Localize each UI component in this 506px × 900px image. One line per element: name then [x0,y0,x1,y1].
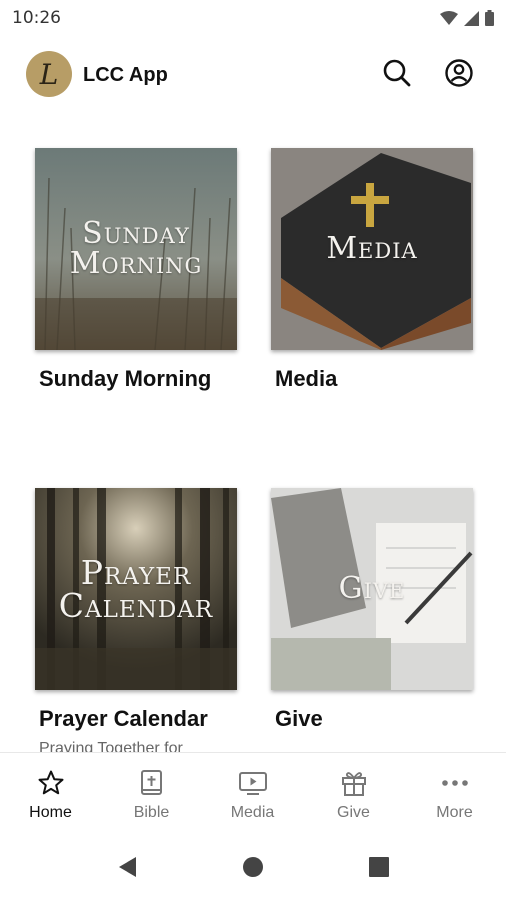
media-image: Media [271,148,473,350]
media-icon [238,769,268,797]
system-navigation [0,834,506,900]
wifi-icon [440,11,458,25]
nav-label: Bible [133,804,170,821]
recents-icon [369,857,389,877]
card-label: Media [275,366,338,391]
status-time: 10:26 [12,8,61,28]
nav-label: Home [29,804,72,821]
nav-label: Media [230,804,275,821]
search-icon [383,59,411,87]
app-logo: L [26,51,72,97]
search-button[interactable] [380,56,414,90]
logo-letter: L [39,57,59,91]
app-title: LCC App [83,64,168,86]
nav-home[interactable]: Home [0,753,101,833]
bible-icon [137,769,167,797]
home-circle-icon [243,857,263,877]
status-bar: 10:26 [0,0,506,36]
media-image-text: Media [326,231,418,266]
star-icon [36,769,66,797]
bottom-navigation: Home Bible Media Give More [0,752,506,833]
nav-label: More [436,804,473,821]
card-label: Prayer Calendar [39,706,208,731]
battery-icon [485,10,494,26]
card-label: Sunday Morning [39,366,212,391]
sunday-image-text-1: Sunday [82,216,190,251]
give-image-text: Give [338,571,406,606]
nav-label: Give [337,804,370,821]
account-icon [445,59,473,87]
gift-icon [339,769,369,797]
prayer-calendar-image: Prayer Calendar [35,488,237,690]
prayer-image-text-1: Prayer [80,553,192,592]
nav-more[interactable]: More [404,753,505,833]
home-button[interactable] [236,850,270,884]
sunday-image-text-2: Morning [69,246,203,281]
give-image: Give [271,488,473,690]
sunday-morning-image: Sunday Morning [35,148,237,350]
card-label: Give [275,706,323,731]
account-button[interactable] [442,56,476,90]
status-icons [440,10,494,26]
back-icon [119,857,136,877]
prayer-image-text-2: Calendar [58,586,214,625]
nav-bible[interactable]: Bible [101,753,202,833]
nav-give[interactable]: Give [303,753,404,833]
back-button[interactable] [110,850,144,884]
more-icon [440,769,470,797]
app-bar: L LCC App [0,46,506,104]
signal-icon [464,10,479,26]
nav-media[interactable]: Media [202,753,303,833]
recents-button[interactable] [362,850,396,884]
